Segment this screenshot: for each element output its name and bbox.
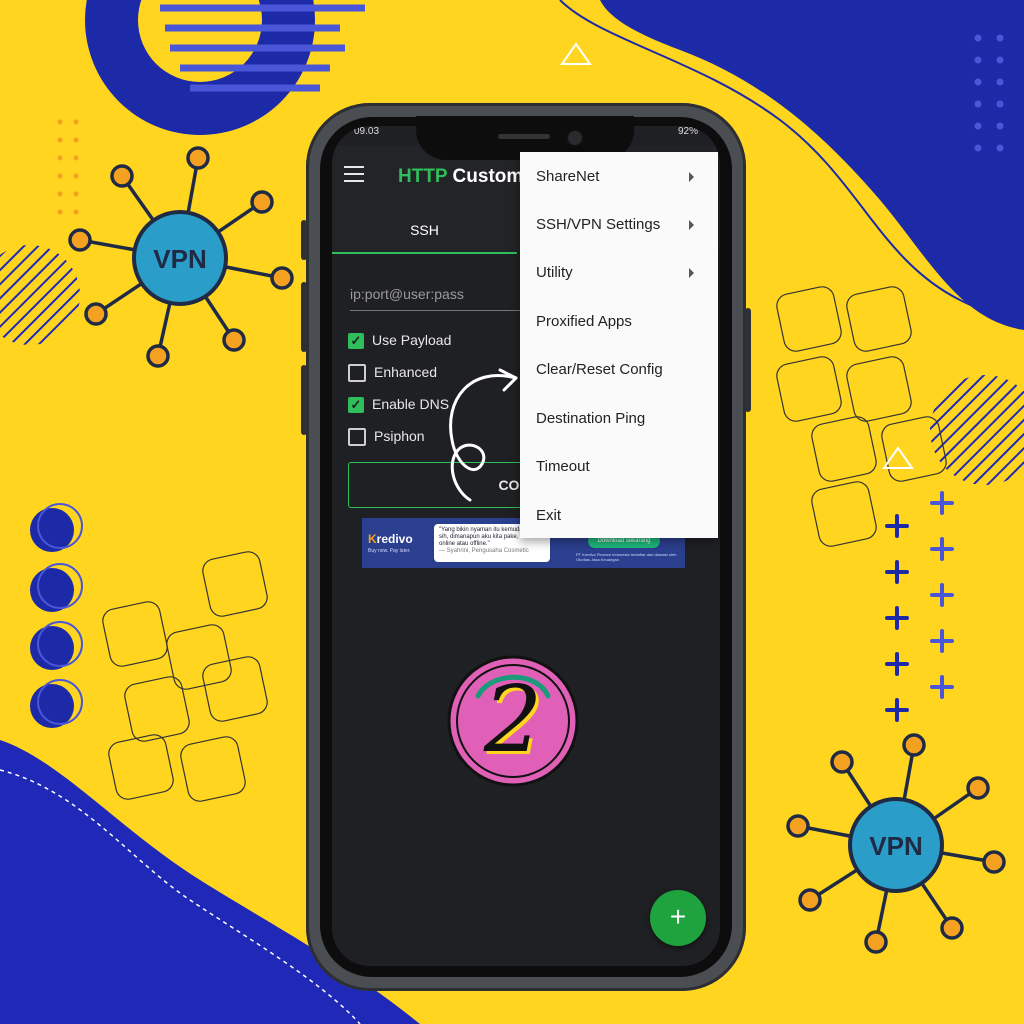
hamburger-menu-icon[interactable] — [344, 166, 364, 182]
checkbox-checked-icon: ✓ — [348, 397, 364, 414]
menu-item-timeout[interactable]: Timeout — [536, 458, 706, 482]
volume-down-button — [301, 282, 307, 352]
volume-up-button — [301, 220, 307, 260]
ad-tagline: Buy now. Pay later. — [368, 548, 411, 554]
server-input[interactable]: ip:port@user:pass — [350, 278, 540, 311]
speaker-grille — [498, 134, 550, 139]
vpn-badge-left: VPN — [153, 244, 207, 274]
checkbox-psiphon[interactable]: Psiphon — [348, 428, 425, 448]
kredivo-logo: Kredivo — [368, 532, 413, 546]
menu-item-exit[interactable]: Exit — [536, 507, 706, 531]
submenu-arrow-icon — [689, 220, 694, 230]
add-fab-button[interactable]: + — [650, 890, 706, 946]
side-button — [301, 365, 307, 435]
checkbox-enhanced[interactable]: Enhanced — [348, 364, 437, 384]
checkbox-use-payload[interactable]: ✓ Use Payload — [348, 332, 451, 352]
menu-item-clear-reset-config[interactable]: Clear/Reset Config — [536, 361, 706, 385]
app-title: HTTP Custom — [398, 166, 523, 188]
checkbox-checked-icon: ✓ — [348, 333, 364, 350]
submenu-arrow-icon — [689, 172, 694, 182]
app-title-custom: Custom — [452, 166, 524, 187]
tab-ssh[interactable]: SSH — [332, 208, 517, 254]
submenu-arrow-icon — [689, 268, 694, 278]
checkbox-label: Enhanced — [374, 364, 438, 380]
checkbox-label: Use Payload — [372, 332, 452, 348]
overflow-menu: ShareNet SSH/VPN Settings Utility Proxif… — [520, 152, 718, 538]
menu-item-ssh-vpn-settings[interactable]: SSH/VPN Settings — [536, 216, 706, 240]
checkbox-unchecked-icon — [348, 364, 366, 383]
menu-item-proxified-apps[interactable]: Proxified Apps — [536, 313, 706, 337]
step-number: 2 — [483, 666, 543, 773]
menu-item-sharenet[interactable]: ShareNet — [536, 168, 706, 192]
vpn-badge-right: VPN — [869, 831, 923, 861]
app-title-http: HTTP — [398, 166, 448, 187]
pointer-arrow-icon — [449, 368, 518, 502]
checkbox-label: Psiphon — [374, 428, 425, 444]
status-battery: 92% — [677, 126, 698, 137]
status-time: 09.03 — [354, 126, 380, 137]
front-camera — [566, 129, 584, 147]
menu-item-utility[interactable]: Utility — [536, 264, 706, 288]
checkbox-unchecked-icon — [348, 428, 366, 447]
ad-disclaimer: PT Kredivo Finance Indonesia terdaftar d… — [576, 552, 677, 562]
menu-item-destination-ping[interactable]: Destination Ping — [536, 410, 706, 434]
power-button — [745, 308, 751, 412]
